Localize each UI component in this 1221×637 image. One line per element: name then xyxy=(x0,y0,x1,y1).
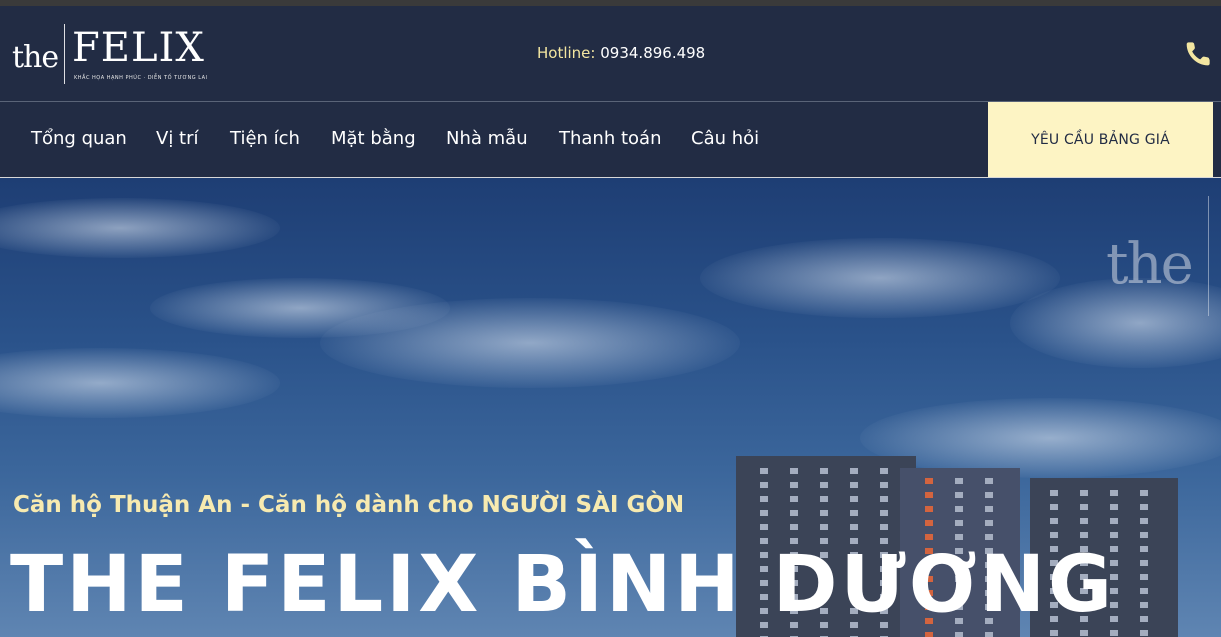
hero-divider xyxy=(1208,196,1209,316)
hotline-number: 0934.896.498 xyxy=(600,44,706,62)
logo-name: FELIX xyxy=(72,25,205,71)
cloud xyxy=(0,198,280,258)
hotline[interactable]: Hotline: 0934.896.498 xyxy=(537,44,705,62)
window-column xyxy=(1140,490,1148,637)
hero-banner: the Căn hộ Thuận An - Căn hộ dành cho NG… xyxy=(0,178,1221,637)
nav-item-vi-tri[interactable]: Vị trí xyxy=(156,128,199,149)
hotline-label: Hotline: xyxy=(537,44,596,62)
hero-subtitle: Căn hộ Thuận An - Căn hộ dành cho NGƯỜI … xyxy=(13,492,685,518)
logo-prefix: the xyxy=(12,40,59,75)
price-request-button[interactable]: YÊU CẦU BẢNG GIÁ xyxy=(988,102,1213,177)
nav-item-tien-ich[interactable]: Tiện ích xyxy=(230,128,300,149)
nav-item-cau-hoi[interactable]: Câu hỏi xyxy=(691,128,759,149)
cloud xyxy=(0,348,280,418)
hero-title: THE FELIX BÌNH DƯƠNG xyxy=(10,540,1116,630)
cloud xyxy=(700,238,1060,318)
nav-item-tong-quan[interactable]: Tổng quan xyxy=(31,128,127,149)
cloud xyxy=(320,298,740,388)
logo-divider xyxy=(64,24,65,84)
brand-logo[interactable]: the FELIX KHẮC HỌA HẠNH PHÚC · DIỄN TỐ T… xyxy=(12,24,222,86)
site-header: the FELIX KHẮC HỌA HẠNH PHÚC · DIỄN TỐ T… xyxy=(0,6,1221,102)
phone-icon[interactable] xyxy=(1184,40,1216,72)
main-nav: Tổng quan Vị trí Tiện ích Mặt bằng Nhà m… xyxy=(0,102,1221,178)
nav-item-nha-mau[interactable]: Nhà mẫu xyxy=(446,128,528,149)
nav-item-thanh-toan[interactable]: Thanh toán xyxy=(559,128,661,149)
logo-tagline: KHẮC HỌA HẠNH PHÚC · DIỄN TỐ TƯƠNG LAI xyxy=(74,75,208,81)
nav-item-mat-bang[interactable]: Mặt bằng xyxy=(331,128,416,149)
hero-watermark: the xyxy=(1106,232,1194,297)
